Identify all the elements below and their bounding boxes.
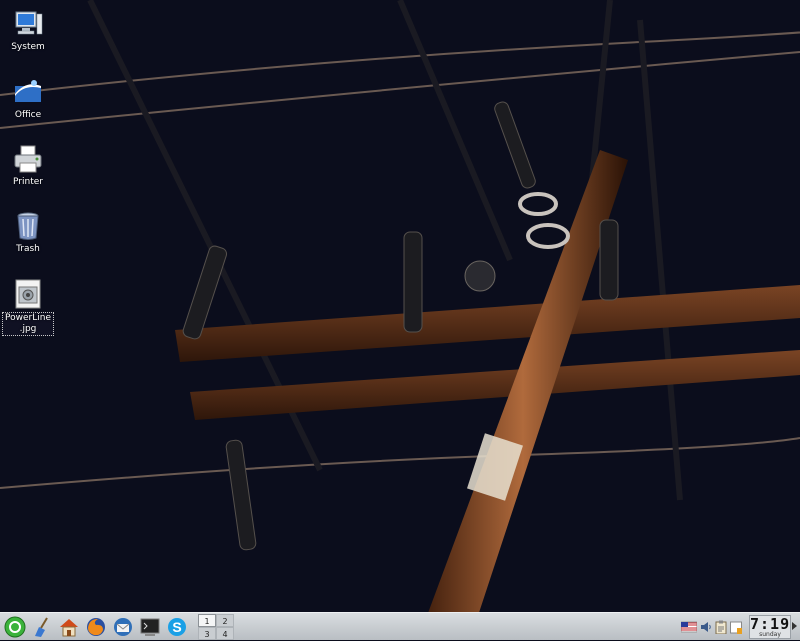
pager-desktop-2[interactable]: 2 xyxy=(216,614,234,627)
desktop-icon-trash[interactable]: Trash xyxy=(2,210,54,255)
keyboard-layout-icon[interactable] xyxy=(681,620,697,634)
desktop-icon-label: PowerLine.jpg xyxy=(2,312,54,336)
desktop-icon-printer[interactable]: Printer xyxy=(2,143,54,188)
clock[interactable]: 7:19 sunday xyxy=(749,615,791,639)
desktop-icon-label: Printer xyxy=(13,177,43,187)
volume-icon[interactable] xyxy=(700,620,712,634)
terminal-launcher[interactable] xyxy=(138,615,162,639)
printer-icon xyxy=(14,145,42,173)
svg-text:S: S xyxy=(172,619,181,635)
broom-icon xyxy=(35,617,48,637)
desktop-icon-powerline-jpg[interactable]: PowerLine.jpg xyxy=(2,278,54,336)
clipboard-icon[interactable] xyxy=(715,620,727,634)
system-tray xyxy=(681,618,742,636)
trash-icon xyxy=(17,212,39,240)
desktop-icon-label: System xyxy=(11,42,45,52)
office-icon xyxy=(15,80,41,102)
pager-desktop-4[interactable]: 4 xyxy=(216,627,234,640)
skype-launcher[interactable]: S xyxy=(165,615,189,639)
pager-desktop-1[interactable]: 1 xyxy=(198,614,216,627)
desktop-wallpaper xyxy=(0,0,800,612)
computer-icon xyxy=(15,11,43,35)
desktop-icon-label: Office xyxy=(14,110,42,120)
green-menu-icon xyxy=(4,616,26,638)
home-launcher[interactable] xyxy=(57,615,81,639)
firefox-icon xyxy=(87,618,105,636)
desktop-pager: 1 2 3 4 xyxy=(198,614,234,640)
taskbar: S 1 2 3 4 7:19 sunday xyxy=(0,612,800,640)
desktop-icon-system[interactable]: System xyxy=(2,8,54,53)
clean-launcher[interactable] xyxy=(30,615,54,639)
start-menu-button[interactable] xyxy=(3,615,27,639)
thunderbird-icon xyxy=(114,618,132,636)
update-icon[interactable] xyxy=(730,620,742,634)
home-icon xyxy=(60,619,78,637)
firefox-launcher[interactable] xyxy=(84,615,108,639)
image-file-icon xyxy=(15,279,41,309)
desktop-icon-office[interactable]: Office xyxy=(2,76,54,121)
terminal-icon xyxy=(140,618,160,636)
thunderbird-launcher[interactable] xyxy=(111,615,135,639)
skype-icon: S xyxy=(168,618,186,636)
panel-arrow-icon[interactable] xyxy=(792,622,797,630)
pager-desktop-3[interactable]: 3 xyxy=(198,627,216,640)
clock-time: 7:19 xyxy=(750,615,791,633)
desktop-icon-label: Trash xyxy=(16,244,40,254)
